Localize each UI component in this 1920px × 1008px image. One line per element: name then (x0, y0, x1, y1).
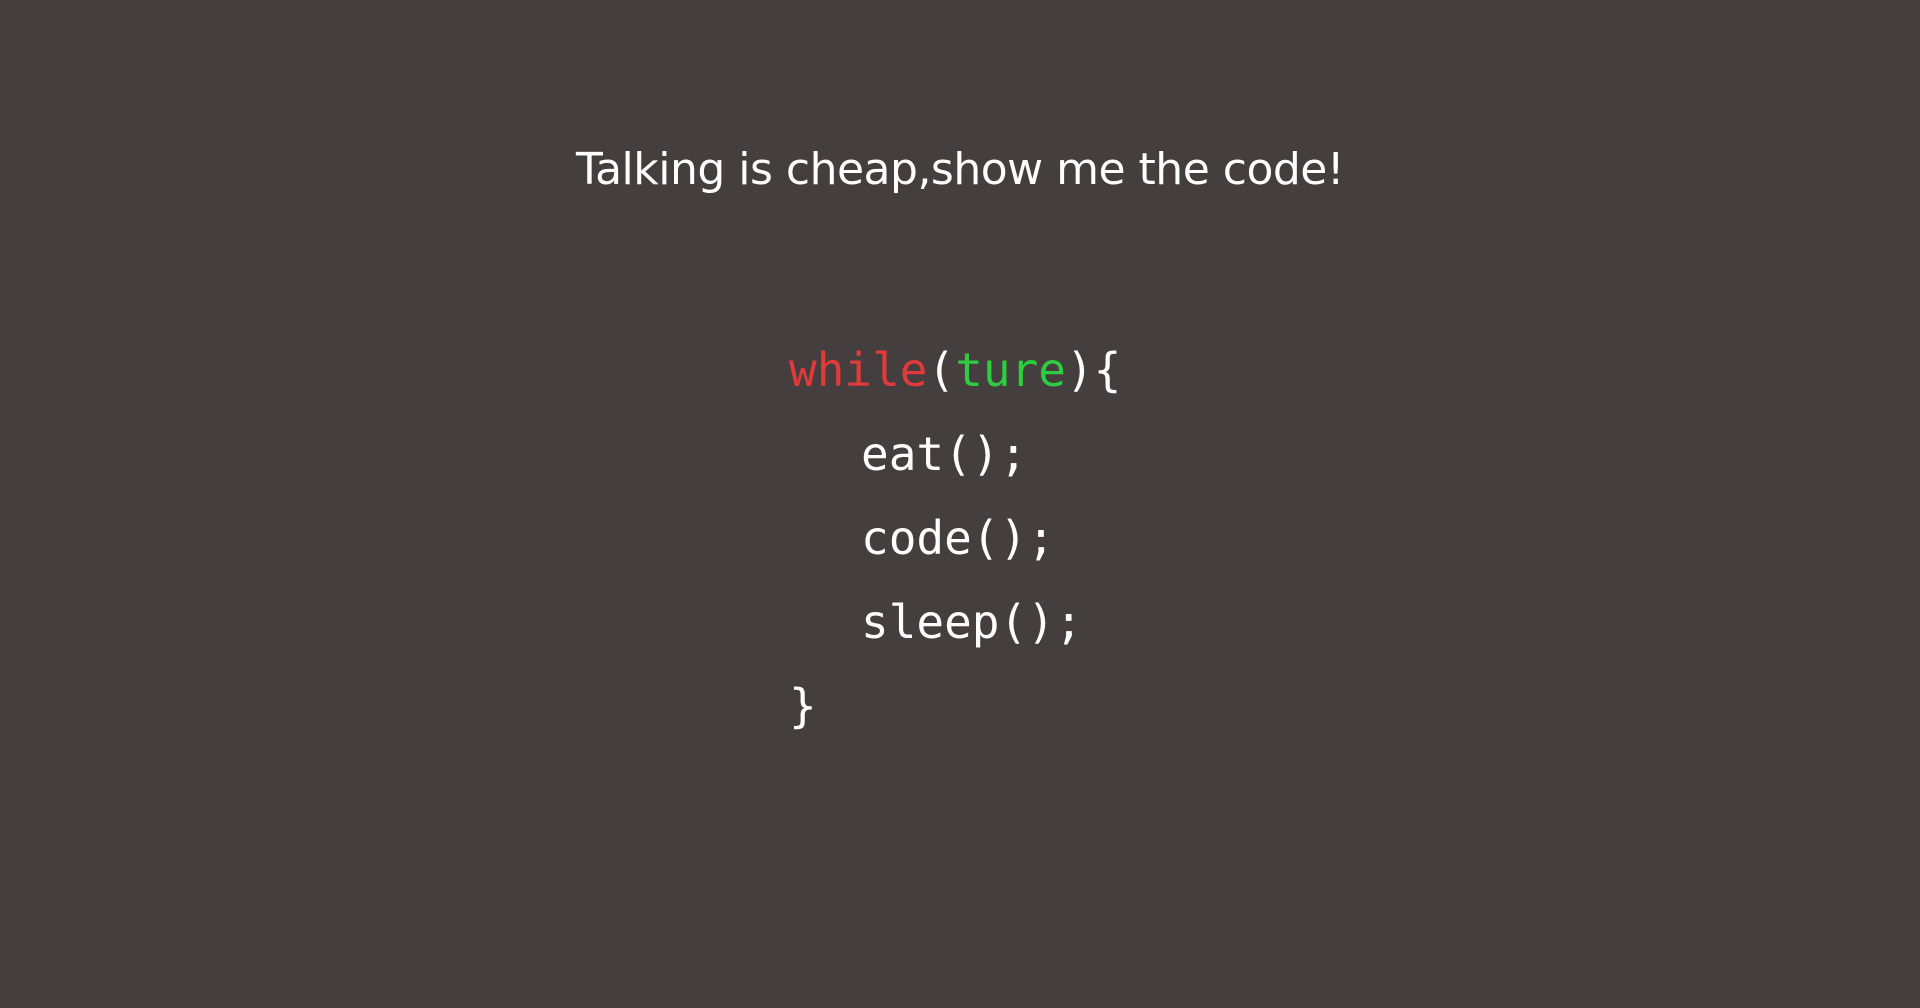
code-line-code: code(); (861, 511, 1055, 565)
code-line-sleep: sleep(); (861, 595, 1083, 649)
code-line-eat: eat(); (861, 427, 1028, 481)
slide: Talking is cheap,show me the code! while… (0, 0, 1920, 1008)
code-closing-brace: } (789, 679, 817, 733)
code-keyword: while (789, 343, 928, 397)
headline: Talking is cheap,show me the code! (575, 144, 1345, 195)
code-block: while(ture){ eat(); code(); sleep(); } (789, 340, 1121, 760)
code-line-while: while(ture){ (789, 340, 1121, 424)
code-paren-close-brace: ){ (1065, 343, 1122, 397)
code-paren-open: ( (927, 343, 956, 397)
code-condition: ture (955, 343, 1066, 397)
